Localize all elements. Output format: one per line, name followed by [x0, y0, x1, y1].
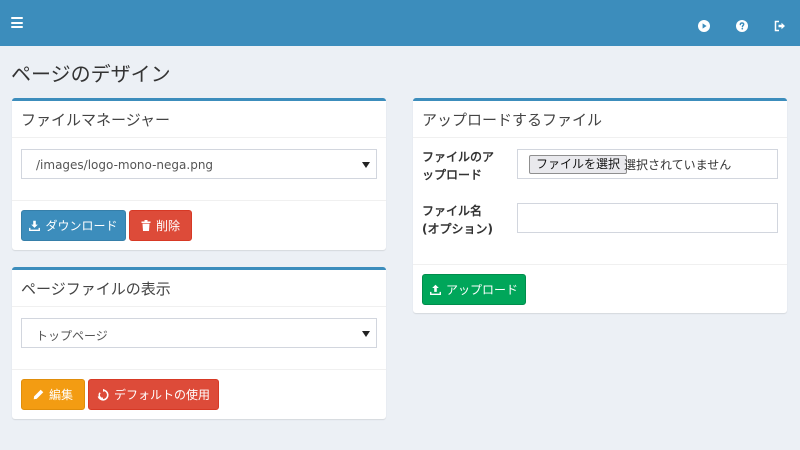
no-file-selected-text: 選択されていません [624, 158, 732, 172]
page-file-view-title: ページファイルの表示 [21, 280, 171, 298]
file-upload-label-line1: ファイルのア [422, 150, 495, 164]
upload-label: アップロード [445, 283, 518, 297]
use-default-label: デフォルトの使用 [113, 388, 210, 402]
page-title: ページのデザイン [11, 62, 171, 86]
use-default-button[interactable]: デフォルトの使用 [88, 379, 219, 410]
upload-button[interactable]: アップロード [422, 274, 526, 305]
hamburger-icon[interactable] [11, 17, 23, 28]
filename-input[interactable] [517, 203, 778, 233]
edit-label: 編集 [48, 388, 73, 402]
upload-panel: アップロードするファイル ファイルのア ップロード ファイルを選択 選択されてい… [413, 98, 787, 313]
download-button[interactable]: ダウンロード [21, 210, 126, 241]
filename-label: ファイル名 (オプション) [422, 202, 493, 238]
file-manager-panel: ファイルマネージャー /images/logo-mono-nega.png ダウ… [12, 98, 386, 250]
trash-icon [141, 220, 151, 231]
file-manager-title: ファイルマネージャー [21, 111, 170, 129]
divider [413, 264, 787, 265]
page-file-view-panel: ページファイルの表示 トップページ 編集 デフォルトの使用 [12, 267, 386, 419]
download-label: ダウンロード [45, 219, 118, 233]
divider [12, 200, 386, 201]
chevron-down-icon [362, 331, 370, 337]
filename-label-line2: (オプション) [422, 222, 493, 236]
file-upload-label-line2: ップロード [422, 168, 483, 182]
page-select-value: トップページ [36, 329, 108, 343]
sign-out-icon[interactable] [774, 17, 786, 32]
top-navbar [0, 0, 800, 46]
play-circle-icon[interactable] [698, 17, 710, 32]
divider [12, 369, 386, 370]
file-select[interactable]: /images/logo-mono-nega.png [21, 149, 377, 179]
filename-label-line1: ファイル名 [422, 204, 483, 218]
choose-file-button[interactable]: ファイルを選択 [529, 155, 628, 174]
upload-title: アップロードするファイル [422, 111, 603, 129]
file-select-value: /images/logo-mono-nega.png [36, 158, 214, 172]
recycle-icon [97, 388, 109, 401]
delete-label: 削除 [155, 219, 180, 233]
pencil-icon [33, 389, 44, 400]
divider [413, 137, 787, 138]
upload-icon [430, 284, 441, 295]
chevron-down-icon [362, 162, 370, 168]
file-upload-label: ファイルのア ップロード [422, 148, 494, 184]
delete-button[interactable]: 削除 [129, 210, 192, 241]
download-icon [29, 220, 41, 231]
divider [12, 137, 386, 138]
edit-button[interactable]: 編集 [21, 379, 85, 410]
file-input[interactable]: ファイルを選択 選択されていません [517, 149, 778, 179]
divider [12, 306, 386, 307]
page-select[interactable]: トップページ [21, 318, 377, 348]
question-circle-icon[interactable] [736, 17, 748, 32]
